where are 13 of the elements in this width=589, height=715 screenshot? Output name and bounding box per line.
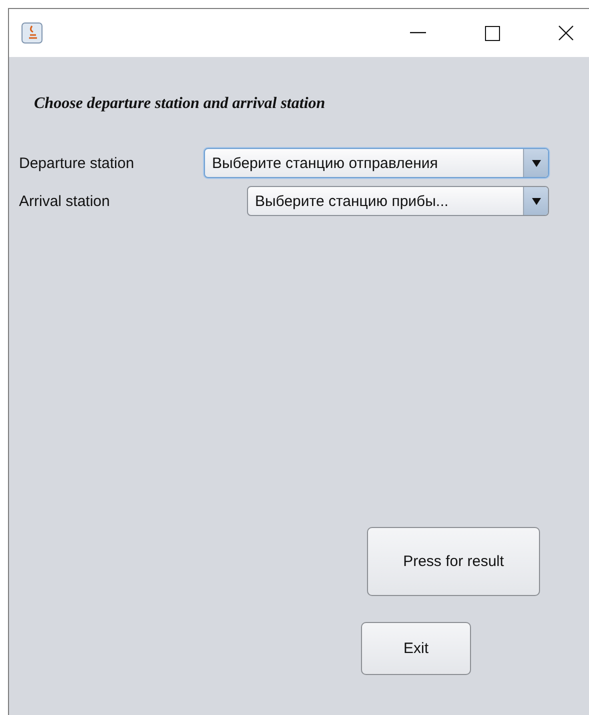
app-icon (21, 22, 43, 44)
result-button[interactable]: Press for result (367, 527, 540, 596)
dropdown-arrow-icon (532, 196, 540, 206)
minimize-icon (410, 32, 426, 34)
field-label: Arrival station (19, 192, 110, 210)
close-icon (558, 25, 574, 41)
dropdown-arrow-icon (532, 158, 540, 168)
maximize-icon (484, 26, 500, 40)
exit-button[interactable]: Exit (361, 622, 471, 675)
station-dropdown[interactable]: Выберите станцию отправления (204, 148, 549, 178)
station-dropdown[interactable]: Выберите станцию прибы... (247, 186, 549, 216)
heading: Choose departure station and arrival station (34, 95, 326, 113)
field-label: Departure station (19, 154, 134, 172)
